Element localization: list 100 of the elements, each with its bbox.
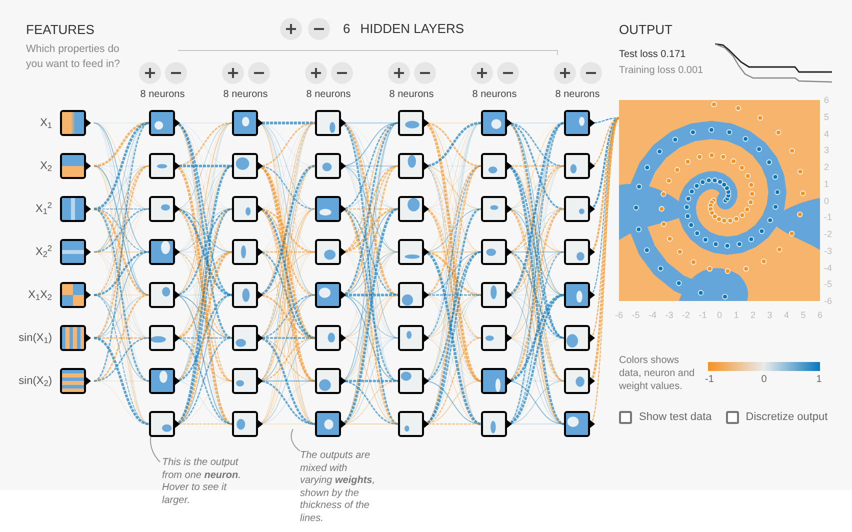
neuron-node[interactable]: [398, 239, 429, 265]
neuron-node[interactable]: [315, 411, 346, 437]
neuron-node[interactable]: [398, 153, 429, 179]
axis-tick: -2: [680, 310, 691, 320]
neuron-node[interactable]: [315, 325, 346, 351]
feature-label: sin(X$_{1}$): [18, 330, 52, 346]
neuron-node[interactable]: [315, 153, 346, 179]
add-neuron-button[interactable]: [388, 62, 410, 84]
neuron-node[interactable]: [481, 282, 512, 308]
add-layer-button[interactable]: [280, 18, 302, 40]
neuron-node[interactable]: [481, 411, 512, 437]
feature-node[interactable]: [60, 282, 91, 308]
neuron-count: 8 neurons: [389, 89, 434, 101]
neuron-node[interactable]: [315, 282, 346, 308]
neuron-node[interactable]: [149, 282, 180, 308]
neuron-node[interactable]: [232, 411, 263, 437]
remove-neuron-button[interactable]: [164, 62, 186, 84]
minus-icon: [254, 72, 264, 74]
neuron-node[interactable]: [564, 282, 595, 308]
neuron-node[interactable]: [232, 239, 263, 265]
neuron-count: 8 neurons: [223, 89, 268, 101]
feature-node[interactable]: [60, 368, 91, 394]
neuron-node[interactable]: [149, 196, 180, 222]
neuron-node[interactable]: [564, 411, 595, 437]
neuron-node[interactable]: [481, 239, 512, 265]
neuron-node[interactable]: [315, 368, 346, 394]
neuron-node[interactable]: [398, 368, 429, 394]
neuron-node[interactable]: [232, 282, 263, 308]
add-neuron-button[interactable]: [554, 62, 576, 84]
plus-icon: [228, 68, 238, 78]
feature-node[interactable]: [60, 196, 91, 222]
neuron-node[interactable]: [149, 325, 180, 351]
neuron-node[interactable]: [232, 110, 263, 136]
annotation-text: The outputs are mixed with varying weights, shown by the thickness of the lines.: [300, 450, 376, 525]
remove-neuron-button[interactable]: [330, 62, 352, 84]
feature-node[interactable]: [60, 153, 91, 179]
axis-tick: -6: [614, 310, 624, 320]
neuron-node[interactable]: [149, 110, 180, 136]
checkbox[interactable]: [726, 410, 739, 424]
feature-label: X$_{1}$X$_{2}$: [28, 288, 52, 304]
neuron-node[interactable]: [481, 368, 512, 394]
remove-neuron-button[interactable]: [580, 62, 602, 84]
axis-tick: 1: [732, 310, 740, 320]
neuron-node[interactable]: [481, 110, 512, 136]
remove-layer-button[interactable]: [308, 18, 330, 40]
neuron-node[interactable]: [315, 196, 346, 222]
axis-tick: -1: [698, 310, 708, 320]
neuron-node[interactable]: [232, 368, 263, 394]
remove-neuron-button[interactable]: [248, 62, 270, 84]
remove-neuron-button[interactable]: [414, 62, 436, 84]
neuron-node[interactable]: [398, 325, 429, 351]
checkbox[interactable]: [619, 410, 632, 424]
neuron-node[interactable]: [481, 196, 512, 222]
add-neuron-button[interactable]: [470, 62, 492, 84]
feature-node[interactable]: [60, 325, 91, 351]
neuron-node[interactable]: [564, 325, 595, 351]
axis-tick: 3: [824, 145, 830, 156]
feature-node[interactable]: [60, 110, 91, 136]
neuron-node[interactable]: [564, 196, 595, 222]
neuron-node[interactable]: [232, 325, 263, 351]
neuron-node[interactable]: [149, 153, 180, 179]
feature-node[interactable]: [60, 239, 91, 265]
axis-tick: 0: [716, 310, 723, 320]
neuron-node[interactable]: [149, 239, 180, 265]
neuron-node[interactable]: [564, 368, 595, 394]
axis-tick: 5: [824, 112, 830, 122]
callout-line: [290, 428, 300, 452]
neuron-node[interactable]: [315, 239, 346, 265]
axis-tick: 6: [816, 310, 824, 320]
axis-tick: -1: [824, 212, 832, 222]
neuron-node[interactable]: [232, 196, 263, 222]
neuron-node[interactable]: [564, 110, 595, 136]
neuron-node[interactable]: [315, 110, 346, 136]
neuron-node[interactable]: [398, 282, 429, 308]
add-neuron-button[interactable]: [304, 62, 326, 84]
plus-icon: [310, 68, 320, 78]
scale-tick: 0: [760, 374, 768, 385]
scale-tick: 1: [815, 374, 823, 385]
axis-tick: 0: [824, 196, 830, 206]
neuron-node[interactable]: [398, 411, 429, 437]
checkbox-label: Discretize output: [746, 410, 828, 425]
neuron-node[interactable]: [481, 153, 512, 179]
axis-tick: -5: [630, 310, 641, 320]
annotation-text: This is the output from one neuron. Hover to see it larger.: [162, 457, 242, 507]
feature-label: X$_{1}$: [40, 116, 52, 132]
neuron-node[interactable]: [398, 196, 429, 222]
neuron-node[interactable]: [398, 110, 429, 136]
features-title: FEATURES: [26, 22, 94, 38]
add-neuron-button[interactable]: [222, 62, 244, 84]
neuron-node[interactable]: [564, 239, 595, 265]
neuron-node[interactable]: [232, 153, 263, 179]
plus-icon: [394, 68, 404, 78]
neuron-node[interactable]: [149, 411, 180, 437]
neuron-node[interactable]: [481, 325, 512, 351]
add-neuron-button[interactable]: [138, 62, 160, 84]
plus-icon: [144, 68, 154, 78]
remove-neuron-button[interactable]: [496, 62, 518, 84]
scale-tick: -1: [705, 374, 713, 385]
neuron-node[interactable]: [149, 368, 180, 394]
neuron-node[interactable]: [564, 153, 595, 179]
